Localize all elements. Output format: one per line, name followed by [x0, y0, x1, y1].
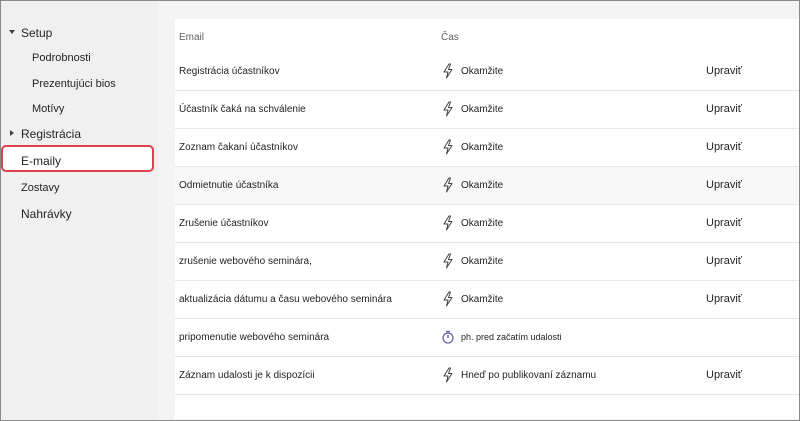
sidebar-item-presenter-bios[interactable]: Prezentujúci bios [32, 78, 116, 90]
send-time: Okamžite [461, 104, 504, 115]
table-row[interactable]: Odmietnutie účastníka Okamžite Upraviť [175, 167, 799, 205]
table-header: Email Čas [175, 19, 799, 55]
email-name: Zoznam čakaní účastníkov [179, 142, 298, 153]
email-name: Zrušenie účastníkov [179, 218, 269, 229]
edit-button[interactable]: Upraviť [706, 217, 742, 229]
chevron-right-icon[interactable] [10, 130, 14, 136]
sidebar: Setup Podrobnosti Prezentujúci bios Motí… [1, 1, 158, 420]
send-time: Okamžite [461, 294, 504, 305]
table-row[interactable]: Registrácia účastníkov Okamžite Upraviť [175, 53, 799, 91]
lightning-icon [441, 253, 455, 269]
email-name: Účastník čaká na schválenie [179, 104, 306, 115]
email-name: aktualizácia dátumu a času webového semi… [179, 294, 392, 305]
lightning-icon [441, 63, 455, 79]
sidebar-item-registration[interactable]: Registrácia [21, 127, 81, 141]
sidebar-item-setup[interactable]: Setup [21, 26, 52, 40]
email-name: Odmietnutie účastníka [179, 180, 279, 191]
edit-button[interactable]: Upraviť [706, 141, 742, 153]
send-time: ph. pred začatím udalosti [461, 332, 562, 342]
chevron-down-icon[interactable] [9, 30, 15, 34]
table-row[interactable]: aktualizácia dátumu a času webového semi… [175, 281, 799, 319]
main-panel: Email Čas Registrácia účastníkov Okamžite… [158, 1, 799, 420]
email-name: pripomenutie webového seminára [179, 332, 330, 343]
timer-icon [441, 329, 455, 345]
sidebar-item-reports[interactable]: Zostavy [21, 182, 60, 194]
column-header-time: Čas [441, 32, 459, 43]
send-time: Okamžite [461, 180, 504, 191]
send-time: Hneď po publikovaní záznamu [461, 370, 597, 381]
send-time: Okamžite [461, 218, 504, 229]
edit-button[interactable]: Upraviť [706, 103, 742, 115]
edit-button[interactable]: Upraviť [706, 369, 742, 381]
table-row[interactable]: Zrušenie účastníkov Okamžite Upraviť [175, 205, 799, 243]
lightning-icon [441, 291, 455, 307]
lightning-icon [441, 101, 455, 117]
edit-button[interactable]: Upraviť [706, 255, 742, 267]
sidebar-item-recordings[interactable]: Nahrávky [21, 207, 72, 221]
table-row[interactable]: pripomenutie webového seminára ph. pred z… [175, 319, 799, 357]
send-time: Okamžite [461, 256, 504, 267]
lightning-icon [441, 177, 455, 193]
sidebar-item-emails[interactable]: E-maily [21, 154, 61, 168]
send-time: Okamžite [461, 142, 504, 153]
edit-button[interactable]: Upraviť [706, 179, 742, 191]
sidebar-item-themes[interactable]: Motívy [32, 103, 64, 115]
emails-table: Email Čas Registrácia účastníkov Okamžite… [175, 19, 799, 419]
edit-button[interactable]: Upraviť [706, 65, 742, 77]
email-name: Registrácia účastníkov [179, 66, 280, 77]
lightning-icon [441, 139, 455, 155]
sidebar-item-details[interactable]: Podrobnosti [32, 52, 91, 64]
table-row[interactable]: Zoznam čakaní účastníkov Okamžite Upraviť [175, 129, 799, 167]
lightning-icon [441, 215, 455, 231]
column-header-email: Email [179, 32, 205, 43]
email-name: Záznam udalosti je k dispozícii [179, 370, 315, 381]
lightning-icon [441, 367, 455, 383]
table-row[interactable]: zrušenie webového seminára, Okamžite Uprav… [175, 243, 799, 281]
edit-button[interactable]: Upraviť [706, 293, 742, 305]
send-time: Okamžite [461, 66, 504, 77]
table-row[interactable]: Účastník čaká na schválenie Okamžite Uprav… [175, 91, 799, 129]
email-name: zrušenie webového seminára, [179, 256, 312, 267]
table-row[interactable]: Záznam udalosti je k dispozícii Hneď po p… [175, 357, 799, 395]
